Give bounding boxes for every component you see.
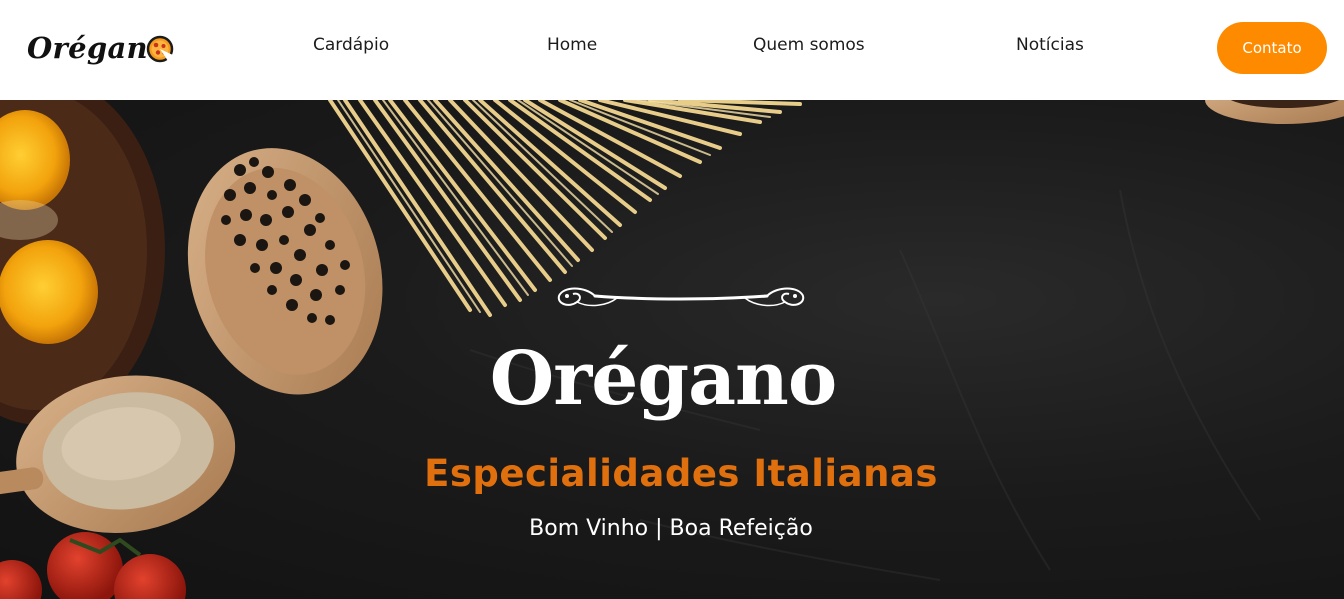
logo-text: Orégan <box>27 31 148 65</box>
nav-quem-somos[interactable]: Quem somos <box>753 35 865 55</box>
hero-tagline: Bom Vinho | Boa Refeição <box>529 516 813 541</box>
hero-title: Orégano <box>489 336 837 422</box>
hero-subtitle: Especialidades Italianas <box>424 452 938 495</box>
hero-section: Orégano Especialidades Italianas Bom Vin… <box>0 100 1344 599</box>
brand-logo[interactable]: Orégan <box>27 28 174 68</box>
contact-button[interactable]: Contato <box>1217 22 1327 74</box>
nav-home[interactable]: Home <box>547 35 597 55</box>
site-header: Orégan Cardápio Home Quem somos Notícias… <box>0 0 1344 100</box>
nav-cardapio[interactable]: Cardápio <box>313 35 389 55</box>
decorative-flourish <box>557 287 805 307</box>
pizza-icon <box>146 35 174 63</box>
nav-noticias[interactable]: Notícias <box>1016 35 1084 55</box>
